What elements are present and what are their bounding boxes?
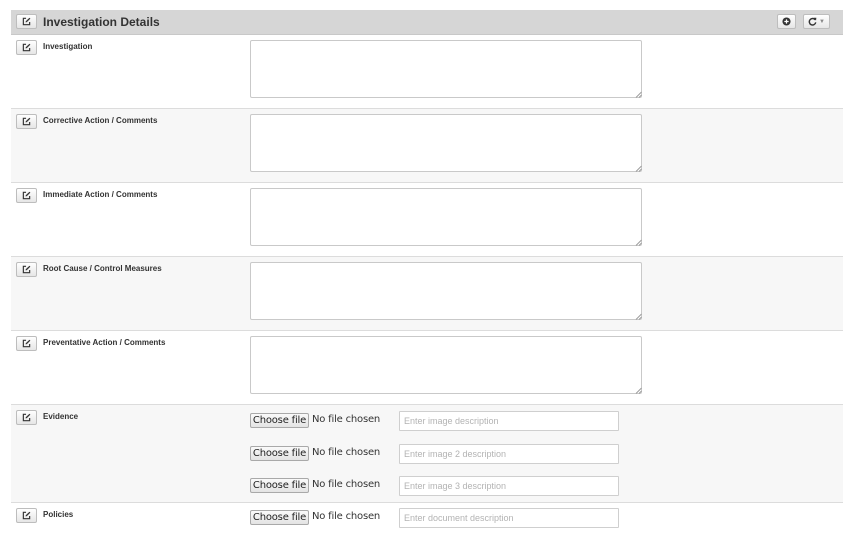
panel-title: Investigation Details bbox=[43, 15, 160, 29]
file-status: No file chosen bbox=[312, 479, 381, 490]
edit-icon bbox=[22, 339, 31, 348]
add-button[interactable] bbox=[777, 14, 796, 29]
file-status: No file chosen bbox=[312, 447, 381, 458]
investigation-details-panel: Investigation Details ▼ Investigation Co… bbox=[11, 10, 843, 535]
edit-icon bbox=[22, 17, 31, 26]
file-status: No file chosen bbox=[312, 511, 381, 522]
edit-icon bbox=[22, 43, 31, 52]
image-2-description-input[interactable] bbox=[399, 444, 619, 464]
immediate-action-textarea[interactable] bbox=[250, 188, 642, 246]
edit-button[interactable] bbox=[16, 508, 37, 523]
resize-grip-icon[interactable] bbox=[635, 165, 642, 172]
field-row-root-cause: Root Cause / Control Measures bbox=[11, 257, 843, 331]
document-description-input[interactable] bbox=[399, 508, 619, 528]
choose-file-button[interactable]: Choose file bbox=[250, 413, 309, 428]
file-status: No file chosen bbox=[312, 414, 381, 425]
policies-label: Policies bbox=[43, 510, 74, 519]
field-row-investigation: Investigation bbox=[11, 35, 843, 109]
resize-grip-icon[interactable] bbox=[635, 239, 642, 246]
evidence-row: Evidence Choose file No file chosen Choo… bbox=[11, 405, 843, 503]
field-row-immediate-action: Immediate Action / Comments bbox=[11, 183, 843, 257]
edit-button[interactable] bbox=[16, 40, 37, 55]
field-label: Root Cause / Control Measures bbox=[43, 264, 162, 273]
edit-icon bbox=[22, 511, 31, 520]
refresh-icon bbox=[808, 17, 817, 26]
evidence-label: Evidence bbox=[43, 412, 79, 421]
edit-icon bbox=[22, 117, 31, 126]
resize-grip-icon[interactable] bbox=[635, 387, 642, 394]
choose-file-button[interactable]: Choose file bbox=[250, 446, 309, 461]
field-row-corrective-action: Corrective Action / Comments bbox=[11, 109, 843, 183]
image-description-input[interactable] bbox=[399, 411, 619, 431]
resize-grip-icon[interactable] bbox=[635, 313, 642, 320]
corrective-action-textarea[interactable] bbox=[250, 114, 642, 172]
refresh-dropdown-button[interactable]: ▼ bbox=[803, 14, 830, 29]
field-label: Immediate Action / Comments bbox=[43, 190, 158, 199]
image-3-description-input[interactable] bbox=[399, 476, 619, 496]
preventative-action-textarea[interactable] bbox=[250, 336, 642, 394]
header-edit-button[interactable] bbox=[16, 14, 37, 29]
field-label: Preventative Action / Comments bbox=[43, 338, 166, 347]
choose-file-button[interactable]: Choose file bbox=[250, 510, 309, 525]
field-label: Investigation bbox=[43, 42, 93, 51]
plus-circle-icon bbox=[782, 17, 791, 26]
field-label: Corrective Action / Comments bbox=[43, 116, 158, 125]
resize-grip-icon[interactable] bbox=[635, 91, 642, 98]
panel-header: Investigation Details ▼ bbox=[11, 10, 843, 35]
edit-icon bbox=[22, 265, 31, 274]
edit-icon bbox=[22, 413, 31, 422]
edit-icon bbox=[22, 191, 31, 200]
edit-button[interactable] bbox=[16, 410, 37, 425]
chevron-down-icon: ▼ bbox=[819, 18, 825, 25]
edit-button[interactable] bbox=[16, 188, 37, 203]
root-cause-textarea[interactable] bbox=[250, 262, 642, 320]
choose-file-button[interactable]: Choose file bbox=[250, 478, 309, 493]
field-row-preventative-action: Preventative Action / Comments bbox=[11, 331, 843, 405]
policies-row: Policies Choose file No file chosen bbox=[11, 503, 843, 535]
edit-button[interactable] bbox=[16, 262, 37, 277]
investigation-textarea[interactable] bbox=[250, 40, 642, 98]
edit-button[interactable] bbox=[16, 114, 37, 129]
edit-button[interactable] bbox=[16, 336, 37, 351]
